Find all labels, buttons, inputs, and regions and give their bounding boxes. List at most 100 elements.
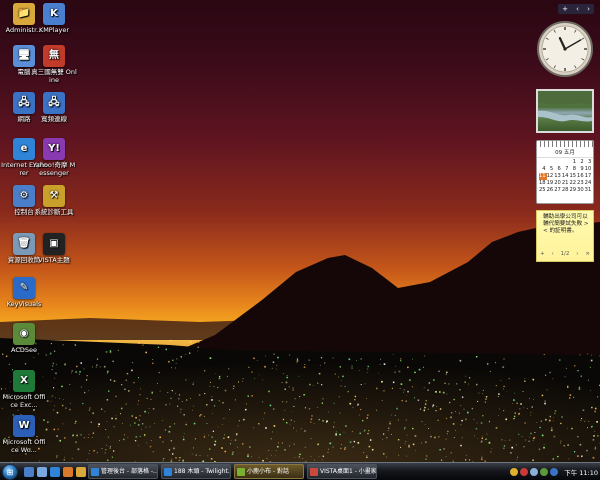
wallpaper-mountain-city: [0, 222, 600, 462]
calendar-day[interactable]: 15: [569, 173, 577, 180]
sidebar-prev-button[interactable]: ‹: [576, 5, 579, 13]
desktop-icon[interactable]: 🖧 寬頻連線: [31, 92, 77, 124]
desktop-icon[interactable]: ▣ VISTA主題: [31, 233, 77, 265]
desktop-wallpaper: [0, 0, 600, 462]
calendar-day[interactable]: 14: [562, 173, 570, 180]
taskbar-button-label: 小鹿小布 - 對話: [247, 468, 289, 475]
taskbar: ⊞ 管理後台 - 部落格 -... 188 木頭 - Twilight... 小鹿小…: [0, 462, 600, 480]
taskbar-button-label: 188 木頭 - Twilight...: [174, 468, 230, 475]
calendar-day[interactable]: 28: [562, 187, 570, 194]
calendar-day[interactable]: 1: [569, 159, 577, 166]
calendar-day[interactable]: 23: [577, 180, 585, 187]
security-tray-icon[interactable]: [520, 468, 529, 476]
calendar-day[interactable]: 7: [562, 166, 570, 173]
paint-task-icon: [310, 467, 318, 476]
network-tray-icon[interactable]: [540, 468, 549, 476]
taskbar-button[interactable]: VISTA桌面1 - 小畫家: [307, 464, 377, 479]
kmplayer-icon: K: [43, 3, 65, 25]
task-buttons: 管理後台 - 部落格 -... 188 木頭 - Twilight... 小鹿小布 …: [88, 464, 377, 479]
calendar-day[interactable]: 21: [562, 180, 570, 187]
desktop-icon[interactable]: Y! Yahoo!奇摩 Messenger: [31, 138, 77, 177]
calendar-day[interactable]: 9: [577, 166, 585, 173]
game-icon: 無: [43, 45, 65, 67]
taskbar-button[interactable]: 188 木頭 - Twilight...: [161, 464, 231, 479]
desktop-icon[interactable]: X Microsoft Office Exc...: [1, 370, 47, 409]
desktop-icon-label: 系統診斷工具: [34, 208, 74, 216]
taskbar-button-label: 管理後台 - 部落格 -...: [101, 468, 157, 475]
note-next-button[interactable]: ›: [576, 251, 578, 258]
calendar-day[interactable]: 3: [585, 159, 593, 166]
calendar-gadget[interactable]: 09 五月 1 2 3 4 5 6 7 8 9 10 11 12 13 14 15 16 17 18 19 20 21 2…: [536, 140, 594, 204]
calendar-day[interactable]: 19: [547, 180, 555, 187]
calendar-day[interactable]: 8: [569, 166, 577, 173]
taskbar-button[interactable]: 小鹿小布 - 對話: [234, 464, 304, 479]
calendar-day[interactable]: 10: [585, 166, 593, 173]
calendar-day[interactable]: 11: [539, 173, 547, 180]
note-close-button[interactable]: ×: [585, 251, 590, 258]
calendar-day[interactable]: 20: [554, 180, 562, 187]
note-navigation: + ‹ 1/2 › ×: [540, 251, 590, 258]
calendar-day[interactable]: 17: [585, 173, 593, 180]
desktop-icon[interactable]: ◉ ACDSee: [1, 323, 47, 355]
calendar-day[interactable]: 16: [577, 173, 585, 180]
system-tray: 下午 11:10: [510, 465, 598, 479]
calendar-day[interactable]: 26: [547, 187, 555, 194]
ie-task-icon: [164, 467, 172, 476]
calendar-day: [547, 159, 555, 166]
language-tray-icon[interactable]: [550, 468, 559, 476]
desktop-icon-label: ACDSee: [11, 346, 37, 354]
notes-gadget[interactable]: 輔助出學公司可以輔代簡要試失敗 >< 的証明書。 + ‹ 1/2 › ×: [536, 210, 594, 262]
excel-icon: X: [13, 370, 35, 392]
slideshow-gadget[interactable]: [536, 89, 594, 133]
desktop-icon[interactable]: ⚒ 系統診斷工具: [31, 185, 77, 217]
desktop-icon-label: Yahoo!奇摩 Messenger: [32, 161, 76, 177]
ie-quick-icon[interactable]: [50, 467, 60, 477]
word-icon: W: [13, 415, 35, 437]
calendar-day[interactable]: 12: [547, 173, 555, 180]
calendar-day[interactable]: 27: [554, 187, 562, 194]
desktop-icon[interactable]: K KMPlayer: [31, 3, 77, 35]
note-add-button[interactable]: +: [540, 251, 545, 258]
taskbar-button[interactable]: 管理後台 - 部落格 -...: [88, 464, 158, 479]
calendar-month-header: 09 五月: [537, 147, 593, 158]
calendar-day[interactable]: 31: [585, 187, 593, 194]
calendar-day[interactable]: 5: [547, 166, 555, 173]
calendar-grid: 1 2 3 4 5 6 7 8 9 10 11 12 13 14 15 16 17 18 19 20 21 22 23 24 2…: [537, 158, 593, 195]
start-button[interactable]: ⊞: [2, 464, 18, 480]
calendar-day[interactable]: 6: [554, 166, 562, 173]
note-text: 輔助出學公司可以輔代簡要試失敗 >< 的証明書。: [543, 214, 589, 234]
folder-quick-icon[interactable]: [76, 467, 86, 477]
calendar-day: [554, 159, 562, 166]
calendar-day[interactable]: 4: [539, 166, 547, 173]
calendar-day[interactable]: 24: [585, 180, 593, 187]
taskbar-button-label: VISTA桌面1 - 小畫家: [320, 468, 376, 475]
desktop-icon[interactable]: ✎ KeyVisuals: [1, 277, 47, 309]
sidebar-controls[interactable]: + ‹ ›: [558, 4, 594, 14]
calendar-day[interactable]: 18: [539, 180, 547, 187]
desktop-icon[interactable]: 無真三國無雙 Online: [31, 45, 77, 84]
tray-clock[interactable]: 下午 11:10: [564, 467, 598, 477]
broadband-icon: 🖧: [43, 92, 65, 114]
desktop-icon-label: Microsoft Office Exc...: [2, 393, 46, 409]
sidebar-next-button[interactable]: ›: [587, 5, 590, 13]
messenger-tray-icon[interactable]: [510, 468, 519, 476]
note-prev-button[interactable]: ‹: [551, 251, 553, 258]
desktop-icon-label: KMPlayer: [38, 26, 70, 34]
tray-icon-group: [510, 468, 559, 476]
calendar-day[interactable]: 30: [577, 187, 585, 194]
calendar-day[interactable]: 2: [577, 159, 585, 166]
calendar-day[interactable]: 22: [569, 180, 577, 187]
volume-tray-icon[interactable]: [530, 468, 539, 476]
clock-gadget[interactable]: [536, 20, 594, 78]
calendar-day[interactable]: 25: [539, 187, 547, 194]
show-desktop-icon[interactable]: [24, 467, 34, 477]
windows-logo-icon: ⊞: [6, 467, 14, 477]
calendar-day[interactable]: 29: [569, 187, 577, 194]
note-page-indicator: 1/2: [560, 251, 570, 257]
switch-windows-icon[interactable]: [37, 467, 47, 477]
sidebar-add-gadget-button[interactable]: +: [562, 5, 568, 13]
media-player-icon[interactable]: [63, 467, 73, 477]
desktop-icon[interactable]: W Microsoft Office Wo...: [1, 415, 47, 454]
calendar-day: [539, 159, 547, 166]
calendar-day[interactable]: 13: [554, 173, 562, 180]
